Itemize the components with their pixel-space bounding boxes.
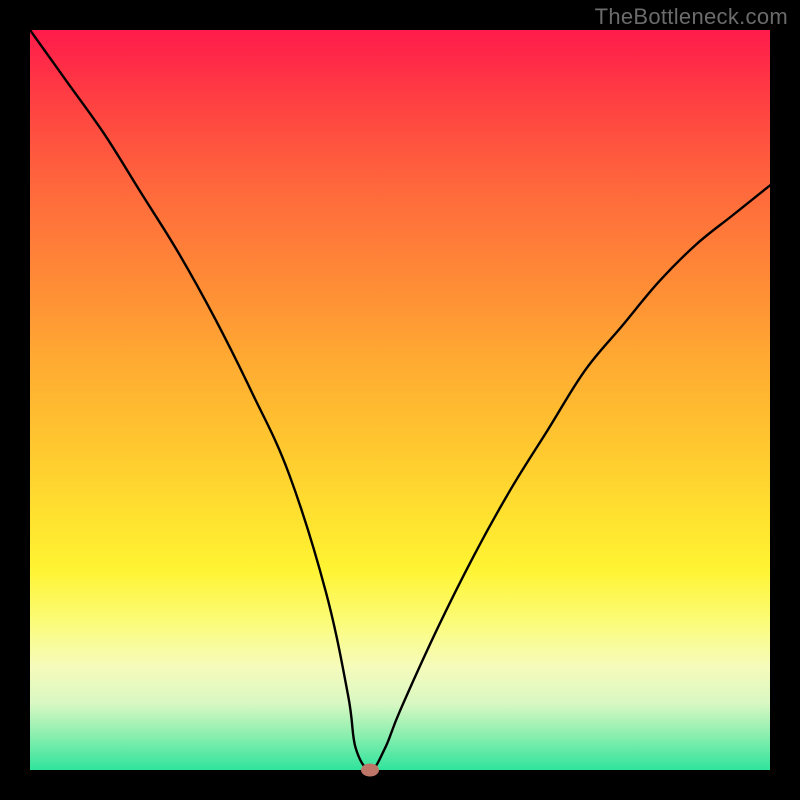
optimal-point-marker [361,764,379,777]
watermark-text: TheBottleneck.com [595,4,788,30]
chart-frame: TheBottleneck.com [0,0,800,800]
bottleneck-curve [30,30,770,770]
plot-area [30,30,770,770]
